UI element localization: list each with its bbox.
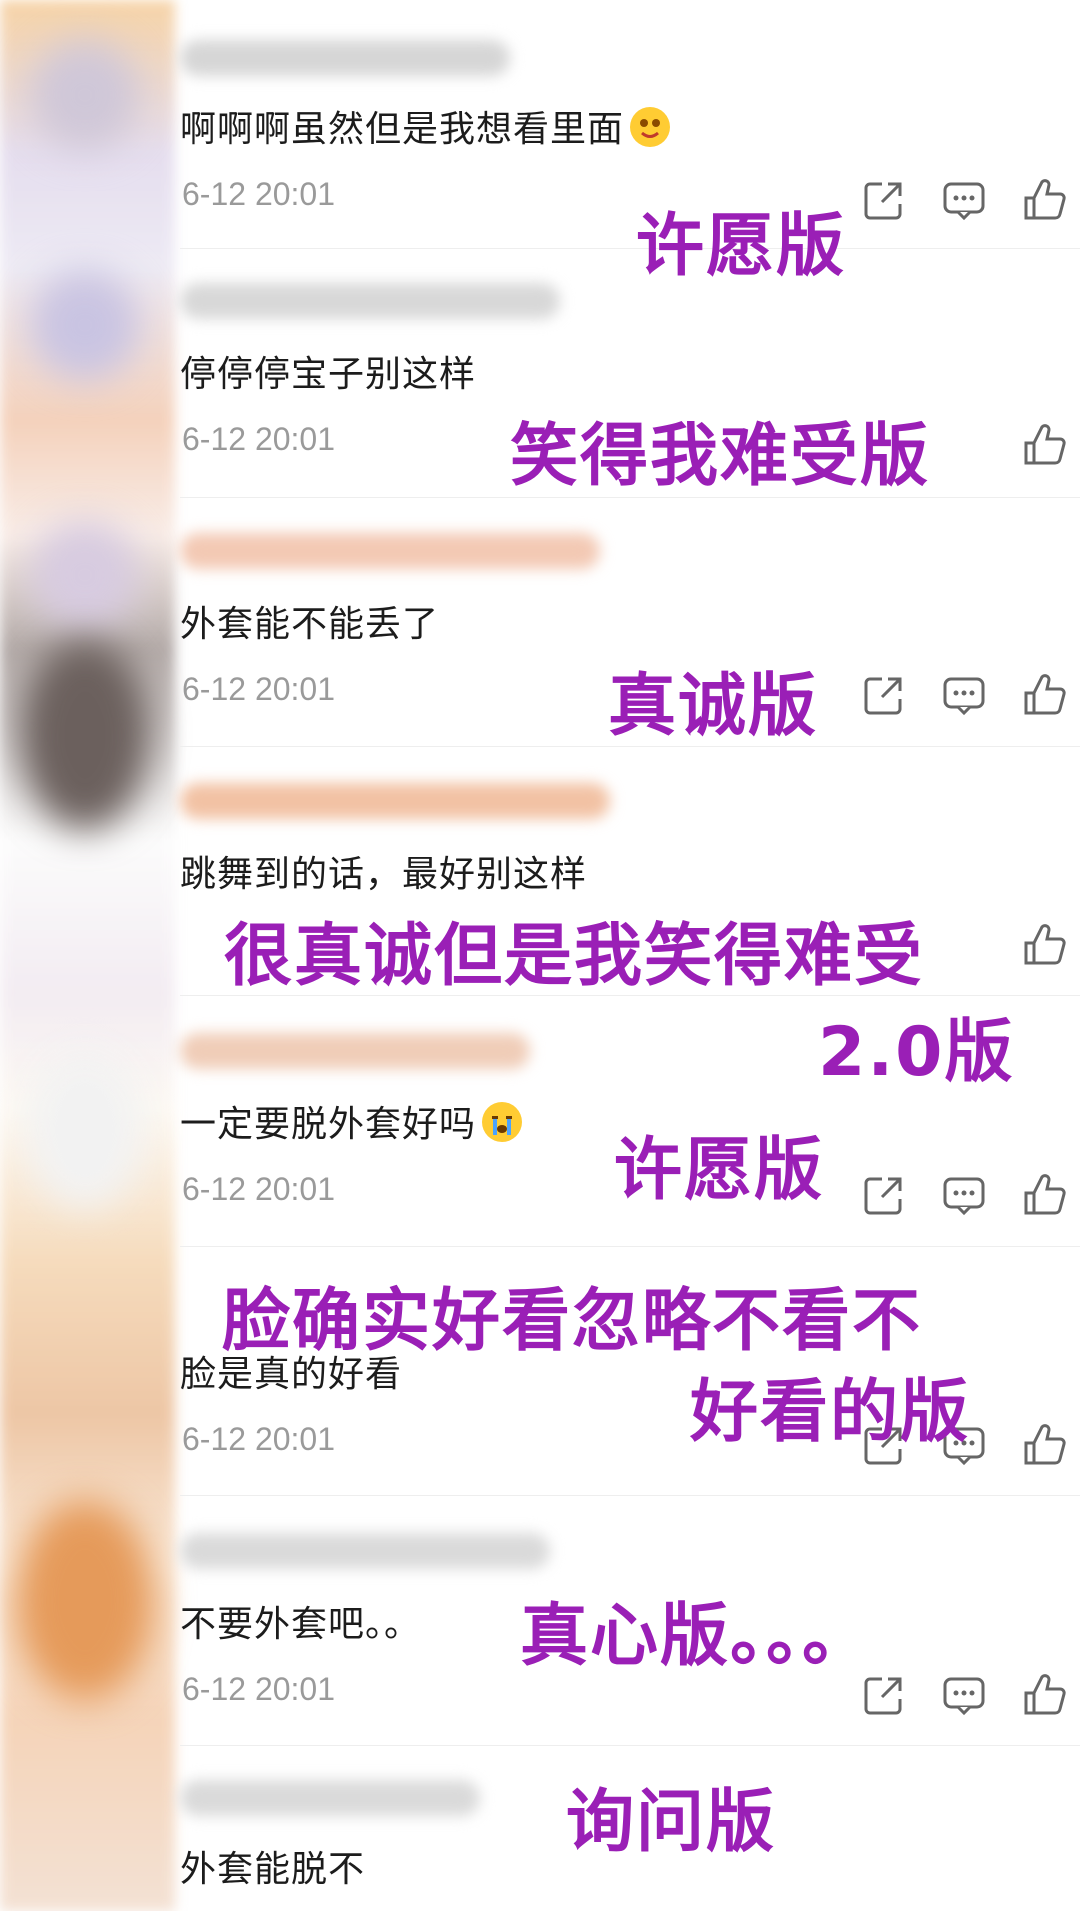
thumbs-up-icon[interactable] (1020, 1421, 1068, 1469)
annotation-overlay: 真心版。。。 (520, 1597, 873, 1676)
comment-text: 外套能脱不 (180, 1849, 366, 1890)
thumbs-up-icon[interactable] (1020, 421, 1068, 469)
comment-icon[interactable] (940, 176, 988, 224)
avatar[interactable] (30, 520, 140, 630)
divider (180, 248, 1080, 249)
blurred-username[interactable] (180, 1033, 530, 1069)
comment-text: 外套能不能丢了 (180, 604, 440, 645)
annotation-overlay: 脸确实好看忽略不看不 (222, 1282, 923, 1361)
annotation-overlay: 询问版 (566, 1783, 777, 1862)
avatar[interactable] (30, 270, 140, 380)
comment-time: 6-12 20:01 (182, 421, 336, 457)
thumbs-up-icon[interactable] (1020, 921, 1068, 969)
comment-time: 6-12 20:01 (182, 1421, 336, 1457)
avatar[interactable] (20, 640, 150, 830)
comment-time: 6-12 20:01 (182, 671, 336, 707)
blurred-username[interactable] (180, 533, 600, 569)
annotation-overlay: 笑得我难受版 (510, 417, 931, 496)
comment-text: 停停停宝子别这样 (180, 354, 477, 395)
annotation-overlay: 很真诚但是我笑得难受 (224, 917, 925, 996)
annotation-overlay: 许愿版 (614, 1131, 825, 1210)
share-icon[interactable] (860, 671, 908, 719)
blurred-username[interactable] (180, 1780, 480, 1816)
comment-actions (820, 671, 1080, 721)
annotation-overlay: 许愿版 (636, 207, 847, 286)
share-icon[interactable] (860, 176, 908, 224)
annotation-overlay: 2.0版 (818, 1013, 1015, 1092)
avatar[interactable] (25, 1050, 145, 1210)
comment-actions (820, 176, 1080, 226)
comment-text: 跳舞到的话，最好别这样 (180, 854, 588, 895)
share-icon[interactable] (860, 1171, 908, 1219)
comment-time: 6-12 20:01 (182, 1671, 336, 1707)
comment-icon[interactable] (940, 1171, 988, 1219)
thumbs-up-icon[interactable] (1020, 1171, 1068, 1219)
blurred-username[interactable] (180, 40, 510, 76)
comment-icon[interactable] (940, 1671, 988, 1719)
annotation-overlay: 好看的版 (690, 1373, 971, 1452)
face-with-stars-emoji (630, 107, 671, 147)
blurred-username[interactable] (180, 283, 560, 319)
comment-text: 不要外套吧。。 (180, 1604, 422, 1645)
avatar[interactable] (30, 40, 140, 150)
comment-text: 啊啊啊虽然但是我想看里面 (180, 100, 671, 152)
comment-icon[interactable] (940, 671, 988, 719)
thumbs-up-icon[interactable] (1020, 1671, 1068, 1719)
crying-face-emoji (482, 1102, 523, 1142)
comment-time: 6-12 20:01 (182, 176, 336, 212)
thumbs-up-icon[interactable] (1020, 176, 1068, 224)
avatar[interactable] (15, 1500, 155, 1700)
comment-text: 一定要脱外套好吗 (180, 1095, 523, 1147)
divider (180, 1495, 1080, 1496)
blurred-username[interactable] (180, 1533, 550, 1569)
divider (180, 1246, 1080, 1247)
comment-time: 6-12 20:01 (182, 1171, 336, 1207)
comment-actions (820, 1171, 1080, 1221)
comment-item: 啊啊啊虽然但是我想看里面 6-12 20:01 (180, 30, 1080, 250)
thumbs-up-icon[interactable] (1020, 671, 1068, 719)
annotation-overlay: 真诚版 (608, 667, 819, 746)
divider (180, 1745, 1080, 1746)
blurred-username[interactable] (180, 783, 610, 819)
